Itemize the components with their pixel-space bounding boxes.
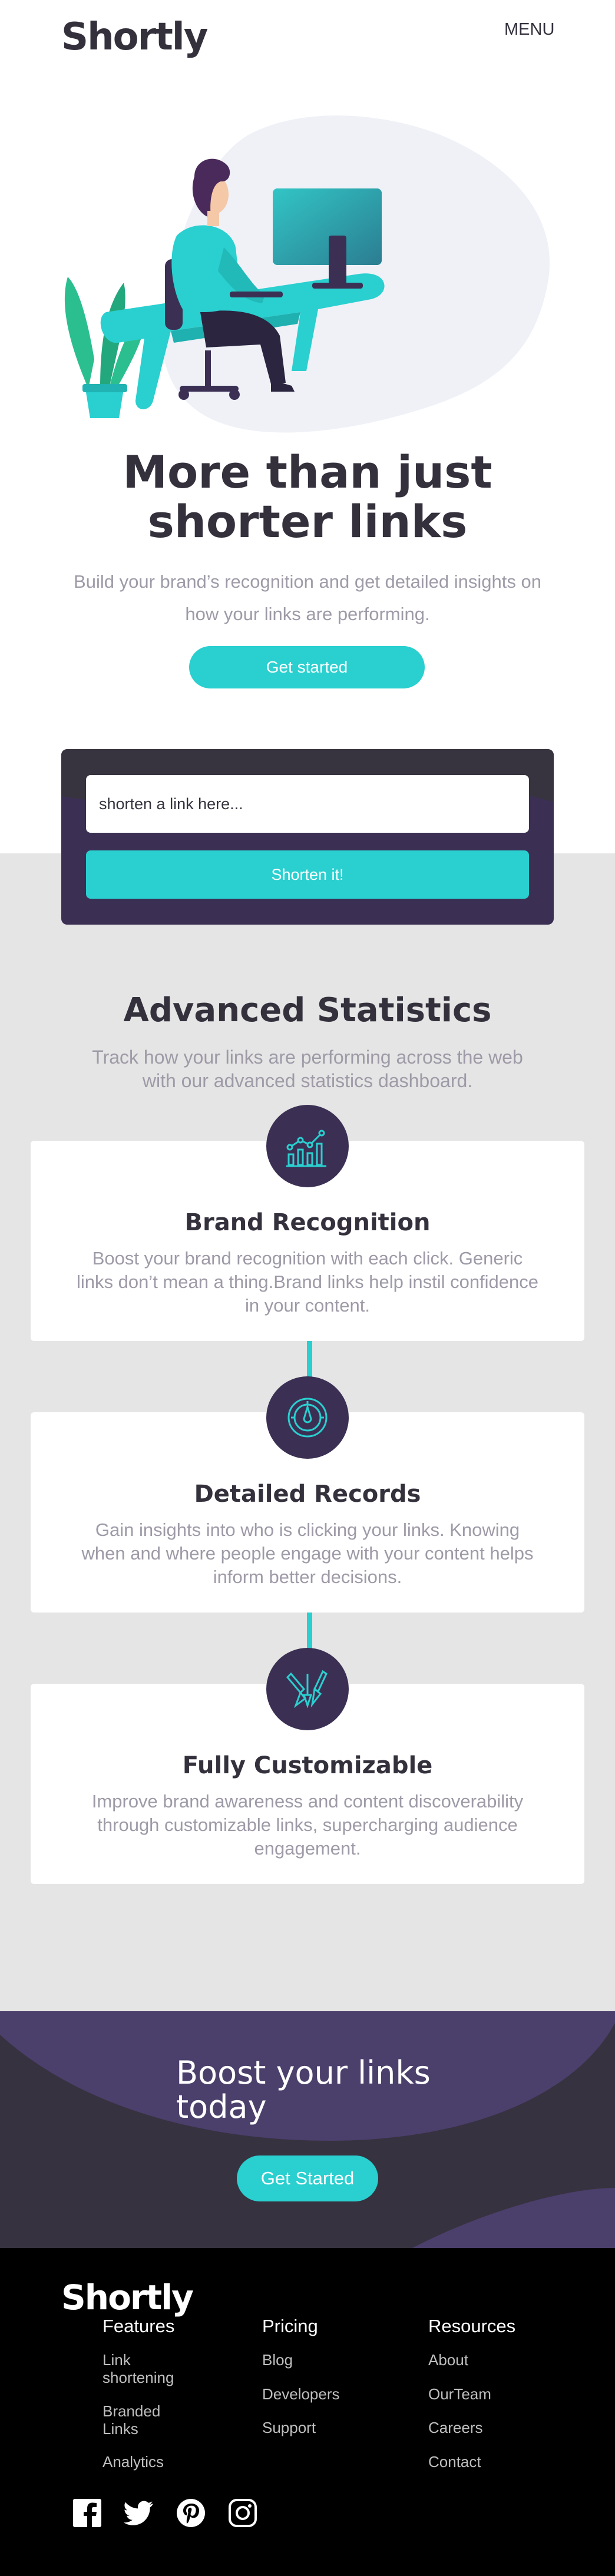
- footer-link-analytics[interactable]: Analytics: [102, 2453, 164, 2471]
- boost-title: Boost your links today: [176, 2056, 471, 2124]
- footer-link-careers[interactable]: Careers: [428, 2419, 482, 2436]
- card-connector: [307, 1613, 312, 1651]
- statistics-title: Advanced Statistics: [123, 991, 492, 1029]
- shorten-it-button[interactable]: Shorten it!: [86, 850, 529, 899]
- footer-column-heading: Pricing: [262, 2316, 318, 2336]
- footer-link-contact[interactable]: Contact: [428, 2453, 481, 2471]
- footer-column-features: Features: [102, 2316, 174, 2337]
- footer-column-pricing: Pricing: [262, 2316, 318, 2337]
- feature-card-title: Detailed Records: [194, 1481, 421, 1508]
- shorten-form: shorten a link here... Shorten it!: [61, 749, 554, 925]
- instagram-icon[interactable]: [227, 2498, 258, 2528]
- boost-title-line1: Boost your links: [176, 2054, 431, 2091]
- boost-background-pattern: [0, 2011, 615, 2248]
- footer: Shortly Features Link shortening Branded…: [0, 2248, 615, 2576]
- footer-link-our-team[interactable]: OurTeam: [428, 2385, 491, 2403]
- footer-link-developers[interactable]: Developers: [262, 2385, 340, 2403]
- get-started-button[interactable]: Get started: [189, 646, 425, 688]
- footer-logo[interactable]: Shortly: [61, 2277, 194, 2317]
- hero-title-line1: More than just: [123, 446, 492, 498]
- hero-title: More than just shorter links: [0, 448, 615, 547]
- pinterest-icon[interactable]: [176, 2498, 206, 2528]
- hero-subtitle-line1: Build your brand’s recognition and get d…: [74, 571, 541, 592]
- footer-column-heading: Resources: [428, 2316, 516, 2336]
- footer-link-support[interactable]: Support: [262, 2419, 316, 2436]
- hero-title-line2: shorter links: [147, 495, 468, 548]
- feature-card-text: Boost your brand recognition with each c…: [66, 1247, 549, 1317]
- feature-card-text-line: in your content.: [245, 1295, 370, 1316]
- feature-card-text-line: through customizable links, superchargin…: [97, 1815, 518, 1835]
- boost-title-line2: today: [176, 2088, 267, 2125]
- statistics-subtitle-line2: with our advanced statistics dashboard.: [142, 1070, 473, 1091]
- feature-card-text-line: Improve brand awareness and content disc…: [91, 1791, 524, 1812]
- hero-subtitle-line2: how your links are performing.: [185, 604, 430, 624]
- feature-card-text-line: Gain insights into who is clicking your …: [95, 1519, 520, 1540]
- footer-column-resources: Resources: [428, 2316, 515, 2337]
- footer-link-blog[interactable]: Blog: [262, 2351, 293, 2369]
- statistics-subtitle-line1: Track how your links are performing acro…: [92, 1047, 523, 1068]
- shorten-link-input[interactable]: shorten a link here...: [86, 775, 529, 833]
- brand-recognition-icon: [266, 1105, 349, 1187]
- feature-card-text: Gain insights into who is clicking your …: [66, 1518, 549, 1589]
- boost-get-started-button[interactable]: Get Started: [237, 2156, 378, 2201]
- shorten-link-placeholder: shorten a link here...: [99, 794, 243, 813]
- footer-column-heading: Features: [102, 2316, 175, 2336]
- hero-illustration: [64, 115, 550, 433]
- detailed-records-icon: [266, 1376, 349, 1459]
- feature-card-text-line: links don’t mean a thing.Brand links hel…: [76, 1272, 539, 1292]
- fully-customizable-icon: [266, 1648, 349, 1730]
- facebook-icon[interactable]: [72, 2498, 102, 2528]
- twitter-icon[interactable]: [124, 2498, 154, 2528]
- footer-link-link-shortening[interactable]: Link shortening: [102, 2351, 197, 2386]
- feature-card-text-line: inform better decisions.: [213, 1567, 402, 1587]
- feature-card-text-line: when and where people engage with your c…: [81, 1543, 534, 1564]
- footer-link-about[interactable]: About: [428, 2351, 468, 2369]
- hero-subtitle: Build your brand’s recognition and get d…: [59, 565, 556, 630]
- feature-card-text-line: Boost your brand recognition with each c…: [92, 1248, 523, 1269]
- site-logo[interactable]: Shortly: [61, 15, 208, 59]
- feature-card-text-line: engagement.: [254, 1838, 361, 1859]
- feature-card-text: Improve brand awareness and content disc…: [66, 1790, 549, 1860]
- menu-button[interactable]: MENU: [504, 20, 554, 39]
- footer-link-branded-links[interactable]: Branded Links: [102, 2402, 179, 2438]
- statistics-subtitle: Track how your links are performing acro…: [77, 1045, 538, 1092]
- feature-card-title: Brand Recognition: [184, 1209, 431, 1236]
- boost-section: Boost your links today Get Started: [0, 2011, 615, 2248]
- card-connector: [307, 1341, 312, 1379]
- feature-card-title: Fully Customizable: [182, 1752, 433, 1779]
